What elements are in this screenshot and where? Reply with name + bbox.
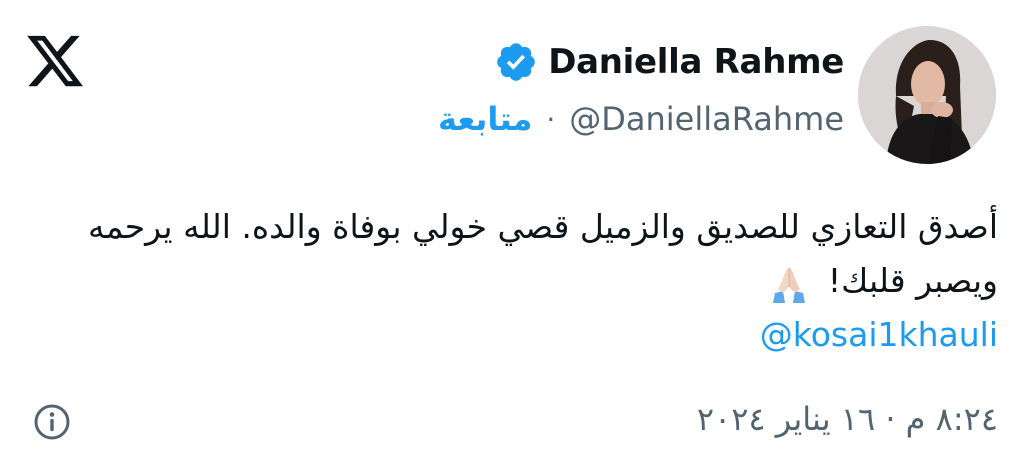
author-name-row[interactable]: Daniella Rahme [494,40,844,84]
x-logo-icon[interactable] [24,30,86,92]
author-handle-row: @DaniellaRahme · متابعة [438,100,844,138]
tweet-text-line-2: ويصبر قلبك! [827,261,998,300]
author-handle[interactable]: @DaniellaRahme [569,100,844,138]
timestamp[interactable]: ٨:٢٤ م · ١٦ يناير ٢٠٢٤ [697,400,998,438]
follow-button[interactable]: متابعة [438,100,532,138]
author-name[interactable]: Daniella Rahme [548,42,844,82]
folded-hands-icon [773,266,806,303]
info-icon[interactable] [32,402,72,442]
verified-badge-icon [497,43,535,81]
tweet-text-line-1: أصدق التعازي للصديق والزميل قصي خولي بوف… [88,207,998,246]
mention-link[interactable]: @kosai1khauli [760,315,998,354]
avatar[interactable] [858,26,996,164]
tweet-text-line-2-row: ويصبر قلبك! [18,254,998,308]
separator-dot: · [546,102,556,136]
tweet-text: أصدق التعازي للصديق والزميل قصي خولي بوف… [18,200,998,308]
avatar-image [858,26,996,164]
